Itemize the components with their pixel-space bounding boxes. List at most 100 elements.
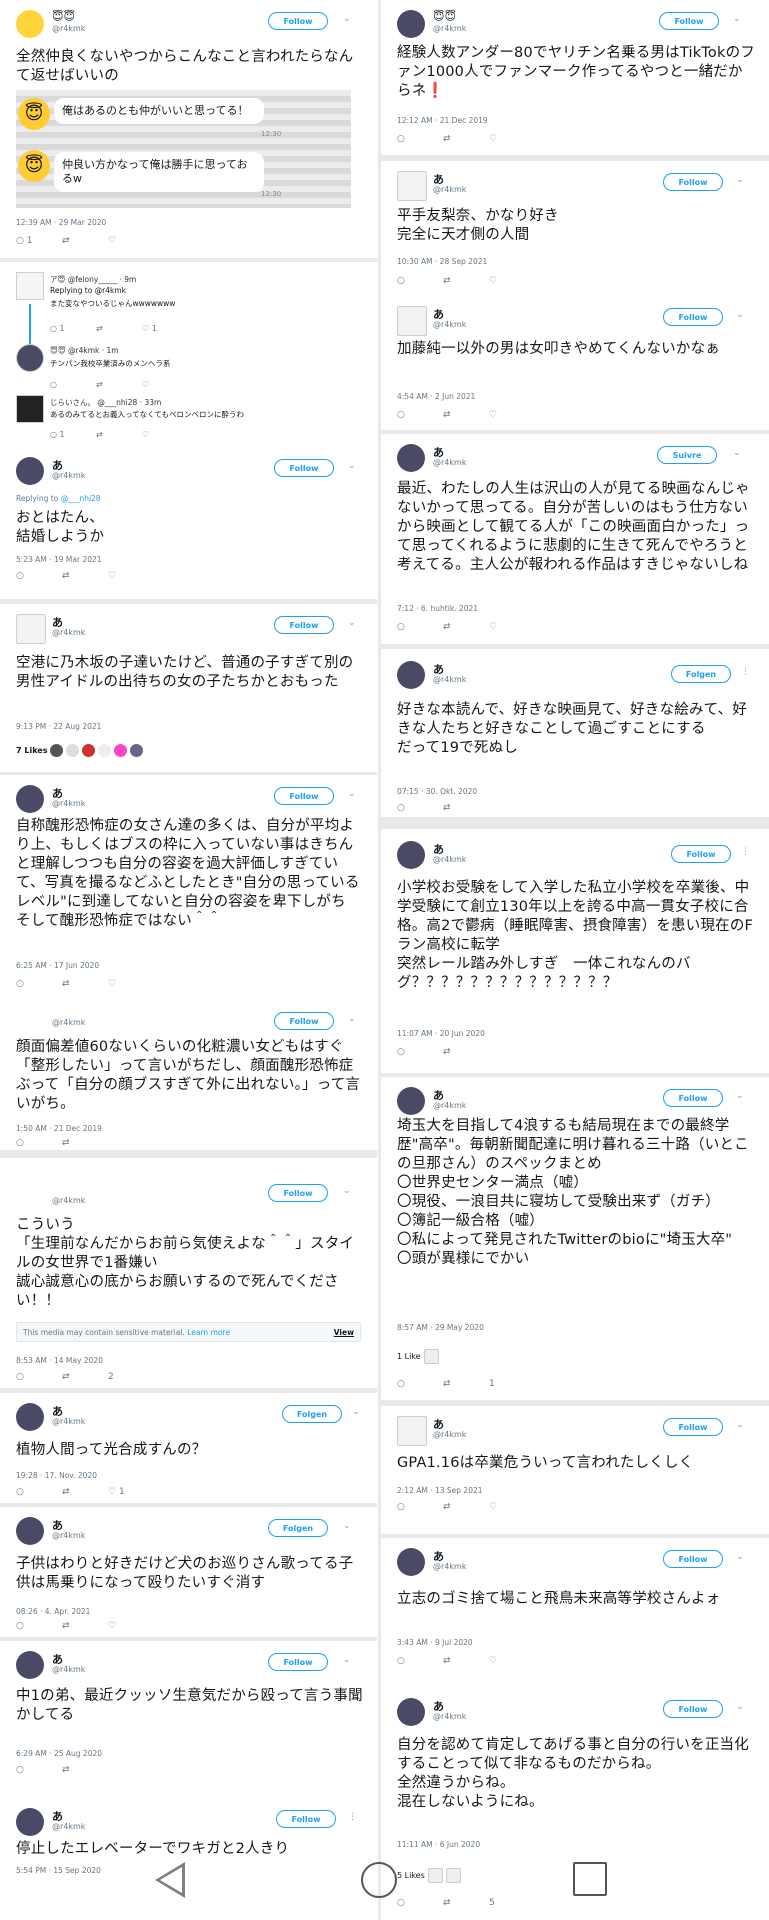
follow-button[interactable]: Follow [268, 1184, 328, 1202]
chevron-down-icon[interactable]: ⌄ [343, 1186, 351, 1196]
handle[interactable]: @r4kmk [52, 471, 85, 480]
handle[interactable]: @r4kmk [433, 185, 466, 194]
like-icon[interactable]: ♡ [108, 571, 154, 581]
reply-icon[interactable]: ○ [397, 1502, 443, 1512]
chevron-down-icon[interactable]: ⌄ [343, 1655, 351, 1665]
reply-item[interactable]: ア😇 @felony_____ · 9m Replying to @r4kmk … [16, 272, 367, 310]
tweet[interactable]: あ @r4kmk Follow ⌄ 埼玉大を目指して4浪するも結局現在までの最終… [381, 1077, 769, 1400]
chevron-down-icon[interactable]: ⌄ [343, 14, 351, 24]
avatar[interactable] [397, 1087, 425, 1115]
follow-button[interactable]: Folgen [671, 665, 731, 683]
like-icon[interactable]: ♡ [108, 1621, 154, 1631]
reply-icon[interactable]: ○ [397, 1656, 443, 1666]
avatar[interactable] [397, 841, 425, 869]
follow-button[interactable]: Follow [659, 12, 719, 30]
retweet-icon[interactable]: ⇄ [443, 1656, 489, 1666]
follow-button[interactable]: Follow [276, 1810, 336, 1828]
reply-icon[interactable]: ○ [397, 410, 443, 420]
retweet-icon[interactable]: ⇄ [443, 1047, 489, 1057]
follow-button[interactable]: Suivre [657, 446, 717, 464]
avatar[interactable] [16, 614, 46, 644]
tweet[interactable]: あ @r4kmk Follow ⌄ 立志のゴミ捨て場こと飛鳥未来高等学校さんよォ… [381, 1538, 769, 1688]
like-icon[interactable]: ♡ [489, 276, 535, 286]
follow-button[interactable]: Follow [671, 845, 731, 863]
tweet[interactable]: あ @r4kmk Follow ⌄ Replying to @___nhi28 … [0, 447, 377, 599]
chevron-down-icon[interactable]: ⌄ [352, 1407, 360, 1417]
tweet[interactable]: あ @r4kmk Follow ⋮ 小学校お受験をして入学した私立小学校を卒業後… [381, 829, 769, 1073]
follow-button[interactable]: Follow [663, 1550, 723, 1568]
reply-icon[interactable]: ○ [16, 1138, 62, 1148]
retweet-icon[interactable]: ⇄ [62, 1138, 108, 1148]
like-icon[interactable]: ♡ [489, 1656, 535, 1666]
follow-button[interactable]: Follow [268, 12, 328, 30]
chevron-down-icon[interactable]: ⋮ [348, 1812, 357, 1822]
chevron-down-icon[interactable]: ⌄ [736, 1702, 744, 1712]
handle[interactable]: @r4kmk [433, 1101, 466, 1110]
retweet-icon[interactable]: ⇄ [62, 571, 108, 581]
more-icon[interactable]: ⋮ [741, 847, 750, 857]
retweet-icon[interactable]: ⇄ [443, 803, 489, 813]
like-icon[interactable]: ♡ [489, 622, 535, 632]
reply-icon[interactable]: ○ [16, 1372, 62, 1382]
avatar[interactable] [397, 1548, 425, 1576]
retweet-icon[interactable]: ⇄ [62, 1487, 108, 1497]
handle[interactable]: @r4kmk [433, 1562, 466, 1571]
handle[interactable]: @r4kmk [433, 675, 466, 684]
retweet-icon[interactable]: ⇄ [62, 236, 108, 246]
reply-thread-image[interactable]: ア😇 @felony_____ · 9m Replying to @r4kmk … [0, 262, 377, 447]
avatar[interactable] [16, 10, 44, 38]
handle[interactable]: @r4kmk [52, 1018, 85, 1027]
handle[interactable]: @r4kmk [52, 628, 85, 637]
avatar[interactable] [397, 444, 425, 472]
handle[interactable]: @r4kmk [433, 24, 466, 33]
home-icon[interactable] [361, 1862, 397, 1898]
recent-apps-icon[interactable] [573, 1862, 607, 1896]
chevron-down-icon[interactable]: ⌄ [733, 14, 741, 24]
reply-icon[interactable]: ○ [16, 979, 62, 989]
chevron-down-icon[interactable]: ⌄ [736, 1552, 744, 1562]
reply-icon[interactable]: ○ [397, 1047, 443, 1057]
follow-button[interactable]: Follow [663, 1089, 723, 1107]
retweet-icon[interactable]: ⇄ [62, 1621, 108, 1631]
chevron-down-icon[interactable]: ⌄ [736, 310, 744, 320]
avatar[interactable] [397, 1698, 425, 1726]
reply-item[interactable]: 😇😇 @r4kmk · 1m チンパン我校卒業済みのメンヘラ系 [16, 344, 367, 382]
follow-button[interactable]: Follow [274, 459, 334, 477]
tweet[interactable]: あ @r4kmk Follow ⌄ GPA1.16は卒業危ういって言われたしくし… [381, 1406, 769, 1534]
tweet[interactable]: あ @r4kmk Follow ⌄ 加藤純一以外の男は女叩きやめてくんないかなぁ… [381, 296, 769, 430]
avatar[interactable] [16, 1808, 44, 1836]
tweet[interactable]: あ @r4kmk Folgen ⋮ 好きな本読んで、好きな映画見て、好きな絵みて… [381, 649, 769, 817]
chevron-down-icon[interactable]: ⌄ [736, 1091, 744, 1101]
display-name[interactable]: 😇😇 [52, 10, 75, 23]
chevron-down-icon[interactable]: ⌄ [348, 461, 356, 471]
reply-icon[interactable]: ○ [397, 622, 443, 632]
follow-button[interactable]: Follow [663, 173, 723, 191]
tweet[interactable]: 😇😇 @r4kmk Follow ⌄ 経験人数アンダー80でヤリチン名乗る男はT… [381, 0, 769, 155]
handle[interactable]: @r4kmk [433, 1712, 466, 1721]
retweet-icon[interactable]: ⇄ [443, 134, 489, 144]
tweet[interactable]: あ @r4kmk Suivre ⌄ 最近、わたしの人生は沢山の人が見てる映画なん… [381, 434, 769, 644]
tweet[interactable]: 😇😇 @r4kmk Follow ⌄ 全然仲良くないやつからこんなこと言われたら… [0, 0, 377, 210]
chevron-down-icon[interactable]: ⌄ [736, 1420, 744, 1430]
reply-icon[interactable]: ○ [16, 1621, 62, 1631]
handle[interactable]: @r4kmk [433, 1430, 466, 1439]
handle[interactable]: @r4kmk [433, 320, 466, 329]
follow-button[interactable]: Follow [274, 1012, 334, 1030]
reply-item[interactable]: じらいさん。 @___nhi28 · 33m あるのみてるとお義入ってなくてもベ… [16, 395, 367, 433]
like-icon[interactable]: ♡ [108, 979, 154, 989]
reply-icon[interactable]: ○ [16, 571, 62, 581]
like-icon[interactable]: ♡ [489, 410, 535, 420]
reply-icon[interactable]: ○ [397, 1379, 443, 1389]
retweet-icon[interactable]: ⇄ [443, 1379, 489, 1389]
chevron-down-icon[interactable]: ⌄ [733, 448, 741, 458]
retweet-icon[interactable]: ⇄ [62, 1372, 108, 1382]
like-icon[interactable]: ♡ 1 [108, 1487, 154, 1497]
chevron-down-icon[interactable]: ⌄ [736, 175, 744, 185]
avatar[interactable] [16, 1403, 44, 1431]
chevron-down-icon[interactable]: ⌄ [348, 618, 356, 628]
display-name[interactable]: 😇😇 [433, 10, 456, 23]
handle[interactable]: @r4kmk [433, 855, 466, 864]
retweet-icon[interactable]: ⇄ [443, 276, 489, 286]
avatar[interactable] [397, 171, 427, 201]
handle[interactable]: @r4kmk [52, 1531, 85, 1540]
